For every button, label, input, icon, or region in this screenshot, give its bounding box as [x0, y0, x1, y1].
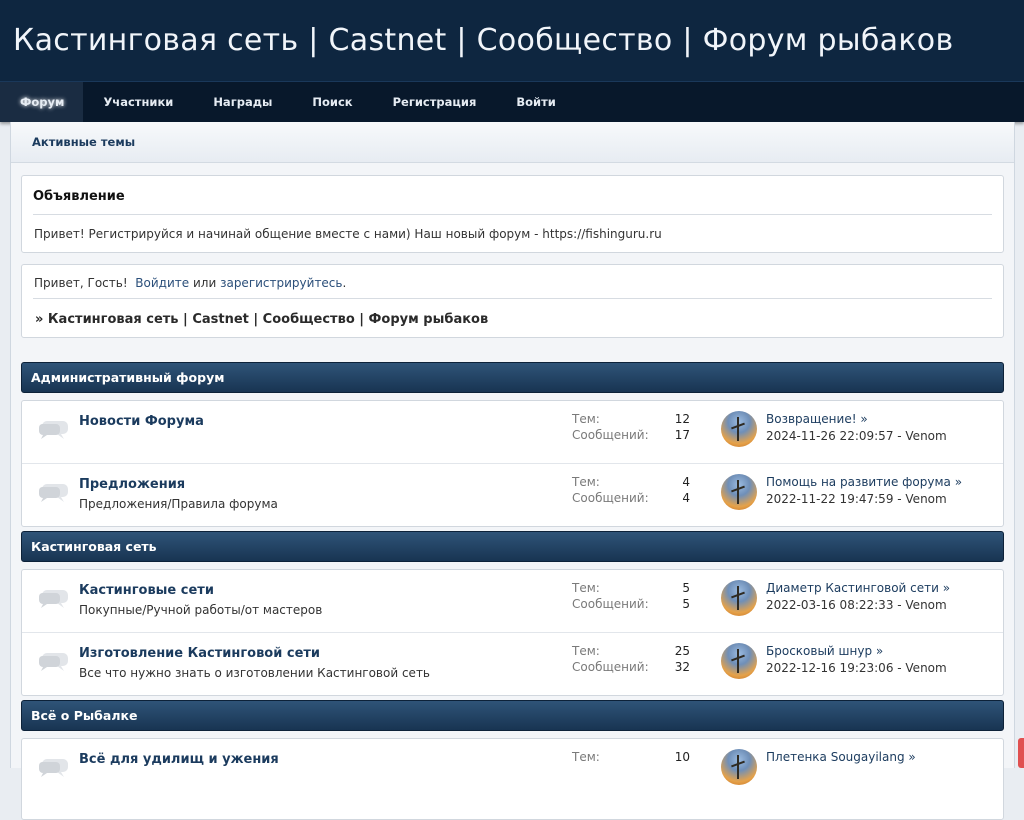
register-link[interactable]: зарегистрируйтесь [220, 276, 342, 290]
avatar[interactable] [721, 643, 757, 679]
posts-count: 17 [674, 428, 690, 442]
nav-register[interactable]: Регистрация [373, 82, 497, 122]
posts-count: 5 [682, 597, 690, 611]
login-link[interactable]: Войдите [135, 276, 189, 290]
announcement-text: Привет! Регистрируйся и начинай общение … [34, 227, 662, 241]
board-row: Кастинговые сети Покупные/Ручной работы/… [22, 570, 1003, 632]
board-row: Всё для удилищ и ужения Тем: 10 Плетенка… [22, 739, 1003, 801]
board-row: Новости Форума Тем: 12 Сообщений: 17 Воз… [22, 401, 1003, 463]
page-content: Активные темы Объявление Привет! Регистр… [10, 122, 1015, 820]
greeting-line: Привет, Гость! Войдите или зарегистрируй… [34, 276, 346, 290]
posts-label: Сообщений: [572, 597, 649, 611]
category-header-admin[interactable]: Административный форум [21, 362, 1004, 393]
topics-label: Тем: [572, 412, 600, 426]
topics-count: 25 [674, 644, 690, 658]
topics-count: 5 [682, 581, 690, 595]
last-post-link[interactable]: Возвращение! » [766, 412, 868, 426]
avatar[interactable] [721, 474, 757, 510]
site-title[interactable]: Кастинговая сеть | Castnet | Сообщество … [13, 23, 953, 58]
category-boards-fishing: Всё для удилищ и ужения Тем: 10 Плетенка… [21, 738, 1004, 820]
last-post-meta: 2022-11-22 19:47:59 - Venom [766, 492, 947, 506]
topics-label: Тем: [572, 475, 600, 489]
greeting-suffix: . [342, 276, 347, 290]
main-nav: Форум Участники Награды Поиск Регистраци… [0, 82, 1024, 122]
posts-count: 32 [674, 660, 690, 674]
last-post-meta: 2022-03-16 08:22:33 - Venom [766, 598, 947, 612]
board-title[interactable]: Новости Форума [79, 414, 204, 429]
board-title[interactable]: Всё для удилищ и ужения [79, 752, 279, 767]
board-row: Изготовление Кастинговой сети Все что ну… [22, 632, 1003, 695]
board-description: Предложения/Правила форума [79, 497, 278, 511]
board-title[interactable]: Кастинговые сети [79, 583, 214, 598]
posts-label: Сообщений: [572, 428, 649, 442]
divider [33, 214, 992, 215]
board-description: Покупные/Ручной работы/от мастеров [79, 603, 323, 617]
greeting-or: или [192, 276, 217, 290]
avatar[interactable] [721, 580, 757, 616]
sub-navigation: Активные темы [11, 122, 1014, 163]
forum-bubbles-icon [38, 590, 68, 608]
announcement-box: Объявление Привет! Регистрируйся и начин… [21, 175, 1004, 253]
posts-label: Сообщений: [572, 491, 649, 505]
category-header-casting[interactable]: Кастинговая сеть [21, 531, 1004, 562]
nav-members[interactable]: Участники [83, 82, 193, 122]
active-topics-link[interactable]: Активные темы [32, 135, 135, 149]
greeting-text: Привет, Гость! [34, 276, 128, 290]
board-title[interactable]: Предложения [79, 477, 185, 492]
board-row: Предложения Предложения/Правила форума Т… [22, 463, 1003, 526]
topics-label: Тем: [572, 644, 600, 658]
forum-bubbles-icon [38, 484, 68, 502]
board-description: Все что нужно знать о изготовлении Касти… [79, 666, 430, 680]
nav-login[interactable]: Войти [496, 82, 575, 122]
nav-awards[interactable]: Награды [193, 82, 292, 122]
topics-count: 4 [682, 475, 690, 489]
greeting-box: Привет, Гость! Войдите или зарегистрируй… [21, 264, 1004, 338]
posts-label: Сообщений: [572, 660, 649, 674]
posts-count: 4 [682, 491, 690, 505]
board-title[interactable]: Изготовление Кастинговой сети [79, 646, 320, 661]
topics-count: 10 [674, 750, 690, 764]
breadcrumb[interactable]: » Кастинговая сеть | Castnet | Сообществ… [35, 312, 488, 327]
last-post-link[interactable]: Плетенка Sougayilang » [766, 750, 916, 764]
nav-search[interactable]: Поиск [292, 82, 372, 122]
forum-bubbles-icon [38, 759, 68, 777]
avatar[interactable] [721, 411, 757, 447]
topics-label: Тем: [572, 750, 600, 764]
site-header: Кастинговая сеть | Castnet | Сообщество … [0, 0, 1024, 82]
side-feedback-tab[interactable] [1018, 738, 1024, 768]
last-post-meta: 2024-11-26 22:09:57 - Venom [766, 429, 947, 443]
last-post-link[interactable]: Диаметр Кастинговой сети » [766, 581, 950, 595]
announcement-title: Объявление [33, 189, 125, 204]
last-post-link[interactable]: Бросковый шнур » [766, 644, 883, 658]
topics-label: Тем: [572, 581, 600, 595]
divider [33, 298, 992, 299]
last-post-meta: 2022-12-16 19:23:06 - Venom [766, 661, 947, 675]
forum-bubbles-icon [38, 653, 68, 671]
last-post-link[interactable]: Помощь на развитие форума » [766, 475, 962, 489]
category-header-fishing[interactable]: Всё о Рыбалке [21, 700, 1004, 731]
nav-forum[interactable]: Форум [0, 82, 84, 122]
category-boards-admin: Новости Форума Тем: 12 Сообщений: 17 Воз… [21, 400, 1004, 527]
forum-bubbles-icon [38, 421, 68, 439]
category-boards-casting: Кастинговые сети Покупные/Ручной работы/… [21, 569, 1004, 696]
topics-count: 12 [674, 412, 690, 426]
avatar[interactable] [721, 749, 757, 785]
